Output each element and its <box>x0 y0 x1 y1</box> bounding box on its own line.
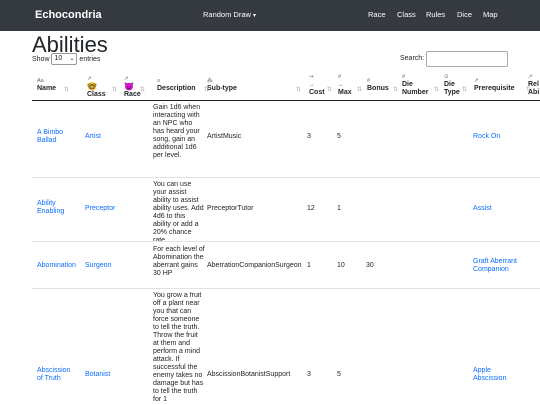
text-type-icon: Aa <box>37 78 44 84</box>
col-header-prerequisite[interactable]: ↗ Prerequisite <box>474 77 514 93</box>
nav-item-rules[interactable]: Rules <box>426 10 445 19</box>
row-divider <box>32 177 540 178</box>
sort-icon[interactable]: ⇅ <box>64 86 69 93</box>
row-3-class-link[interactable]: Surgeon <box>85 262 111 270</box>
row-1-name-link[interactable]: A Bimbo Ballad <box>37 129 77 145</box>
row-2-cost: 12 <box>307 205 315 212</box>
col-header-related-abilities[interactable]: ↗ Rel Abi <box>528 73 540 97</box>
col-header-bonus[interactable]: # Bonus <box>367 77 389 93</box>
col-header-max[interactable]: # ↔ Max <box>338 73 352 97</box>
show-label: Show <box>32 55 50 63</box>
chevron-down-icon: ⌄ <box>69 56 75 62</box>
row-2-max: 1 <box>337 205 341 212</box>
sort-icon[interactable]: ⇅ <box>112 86 117 93</box>
race-emoji-icon: 👿 <box>124 82 134 91</box>
multi-select-icon: ⁂ <box>207 78 213 84</box>
row-4-prerequisite-link[interactable]: Apple Abscission <box>473 367 523 383</box>
col-header-race[interactable]: ↗ 👿 Race <box>124 75 141 99</box>
row-4-name-link[interactable]: Abscission of Truth <box>37 367 77 383</box>
search-label: Search: <box>400 55 425 62</box>
row-2-class-link[interactable]: Preceptor <box>85 205 115 213</box>
sort-icon[interactable]: ⇅ <box>462 86 467 93</box>
col-header-cost[interactable]: ⇝ ↔ Cost <box>309 73 325 97</box>
rollup-icon: ↔ <box>309 82 315 88</box>
row-3-name-link[interactable]: Abomination <box>37 262 76 270</box>
sort-icon[interactable]: ⇅ <box>296 86 301 93</box>
col-header-subtype[interactable]: ⁂ Sub-type <box>207 77 237 93</box>
nav-item-class[interactable]: Class <box>397 10 416 19</box>
sort-icon[interactable]: ⇅ <box>393 86 398 93</box>
row-1-description: Gain 1d6 when interacting with an NPC wh… <box>153 104 201 159</box>
rollup-icon: ↔ <box>338 82 344 88</box>
row-4-subtype: AbscissionBotanistSupport <box>207 371 291 378</box>
sort-icon[interactable]: ⇅ <box>357 86 362 93</box>
brand-link[interactable]: Echocondria <box>35 9 102 21</box>
number-icon: # <box>402 74 406 80</box>
col-header-name[interactable]: Aa Name <box>37 77 56 93</box>
row-3-bonus: 30 <box>366 262 374 269</box>
text-lines-icon: ≡ <box>157 78 161 84</box>
row-1-class-link[interactable]: Artist <box>85 133 101 141</box>
row-divider <box>32 241 540 242</box>
row-4-cost: 3 <box>307 371 311 378</box>
sort-icon[interactable]: ⇅ <box>140 86 145 93</box>
sort-icon[interactable]: ⇅ <box>327 86 332 93</box>
row-3-prerequisite-link[interactable]: Graft Aberrant Companion <box>473 258 533 274</box>
random-draw-label: Random Draw <box>203 10 251 19</box>
select-icon: ⊙ <box>444 74 449 80</box>
sort-icon[interactable]: ⇅ <box>434 86 439 93</box>
entries-select[interactable]: 10 ⌄ <box>51 53 78 65</box>
row-3-description: For each level of Abomination the aberra… <box>153 246 205 277</box>
row-divider <box>32 288 540 289</box>
row-3-cost: 1 <box>307 262 311 269</box>
row-4-class-link[interactable]: Botanist <box>85 371 110 379</box>
top-navbar: Echocondria Random Draw ▾ Race Class Rul… <box>0 0 540 31</box>
col-header-die-number[interactable]: # Die Number <box>402 73 432 97</box>
nav-item-map[interactable]: Map <box>483 10 498 19</box>
row-1-prerequisite-link[interactable]: Rock On <box>473 133 500 141</box>
relation-icon: ↗ <box>528 74 533 80</box>
row-1-cost: 3 <box>307 133 311 140</box>
row-3-subtype: AberrationCompanionSurgeon <box>207 262 302 269</box>
table-header-divider <box>32 100 540 101</box>
row-2-subtype: PreceptorTutor <box>207 205 254 212</box>
rollup-icon: ⇝ <box>309 74 314 80</box>
row-1-subtype: ArtistMusic <box>207 133 242 140</box>
col-header-die-type[interactable]: ⊙ Die Type <box>444 73 464 97</box>
caret-down-icon: ▾ <box>253 13 257 19</box>
nav-item-race[interactable]: Race <box>368 10 386 19</box>
row-2-description: You can use your assist ability to assis… <box>153 181 204 244</box>
row-4-description: You grow a fruit off a plant near you th… <box>153 292 204 403</box>
entries-select-value: 10 <box>54 55 63 62</box>
class-emoji-icon: 🤓 <box>87 82 97 91</box>
entries-label: entries <box>79 55 101 63</box>
nav-item-dice[interactable]: Dice <box>457 10 472 19</box>
row-1-max: 5 <box>337 133 341 140</box>
col-header-description[interactable]: ≡ Description <box>157 77 196 93</box>
row-4-max: 5 <box>337 371 341 378</box>
col-header-class[interactable]: ↗ 🤓 Class <box>87 75 106 99</box>
show-entries-control: Show 10 ⌄ entries <box>32 53 100 65</box>
relation-icon: ↗ <box>474 78 479 84</box>
number-icon: # <box>367 78 371 84</box>
row-2-prerequisite-link[interactable]: Assist <box>473 205 492 213</box>
row-2-name-link[interactable]: Ability Enabling <box>37 200 77 216</box>
random-draw-dropdown[interactable]: Random Draw ▾ <box>203 10 256 19</box>
row-3-max: 10 <box>337 262 345 269</box>
number-icon: # <box>338 74 342 80</box>
search-input[interactable] <box>426 51 508 67</box>
